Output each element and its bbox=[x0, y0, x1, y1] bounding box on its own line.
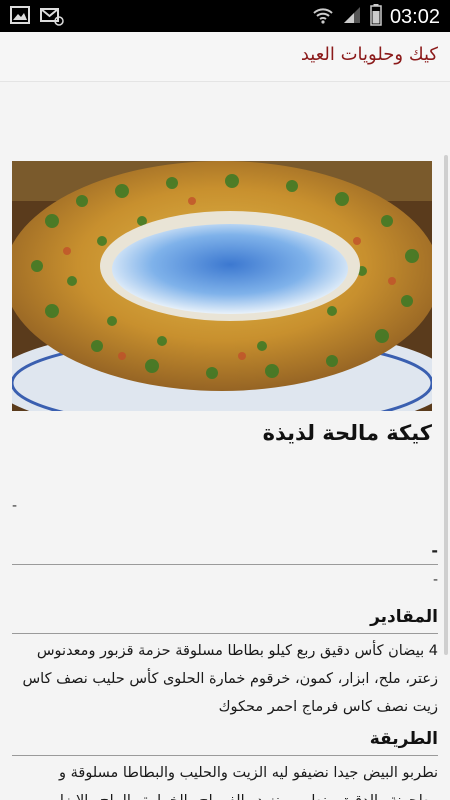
separator-text: - bbox=[431, 541, 438, 560]
status-bar: 03:02 bbox=[0, 0, 450, 32]
divider bbox=[12, 564, 438, 565]
notification-icons bbox=[10, 6, 64, 30]
scrollbar[interactable] bbox=[444, 155, 448, 655]
mail-icon bbox=[40, 6, 64, 30]
method-heading: الطريقة bbox=[369, 729, 438, 749]
divider bbox=[12, 633, 438, 634]
ingredients-text: 4 بيضان كأس دقيق ربع كيلو بطاطا مسلوقة ح… bbox=[22, 643, 438, 715]
app-title: كيك وحلويات العيد bbox=[300, 44, 438, 65]
app-bar: كيك وحلويات العيد bbox=[0, 32, 450, 82]
separator-text: - bbox=[12, 498, 18, 514]
recipe-content[interactable]: كيكة مالحة لذيذة - - - المقادير 4 بيضان … bbox=[0, 83, 450, 800]
battery-icon bbox=[370, 4, 382, 30]
signal-icon bbox=[342, 5, 362, 29]
divider bbox=[12, 755, 438, 756]
recipe-title: كيكة مالحة لذيذة bbox=[262, 421, 432, 445]
method-text: نطربو البيض جيدا نضيفو ليه الزيت والحليب… bbox=[53, 765, 438, 800]
clock: 03:02 bbox=[389, 5, 440, 28]
recipe-image bbox=[12, 161, 432, 411]
system-icons: 03:02 bbox=[312, 4, 440, 30]
ingredients-heading: المقادير bbox=[370, 607, 438, 627]
image-icon bbox=[10, 6, 30, 30]
wifi-icon bbox=[312, 4, 334, 30]
separator-text: - bbox=[432, 572, 438, 588]
